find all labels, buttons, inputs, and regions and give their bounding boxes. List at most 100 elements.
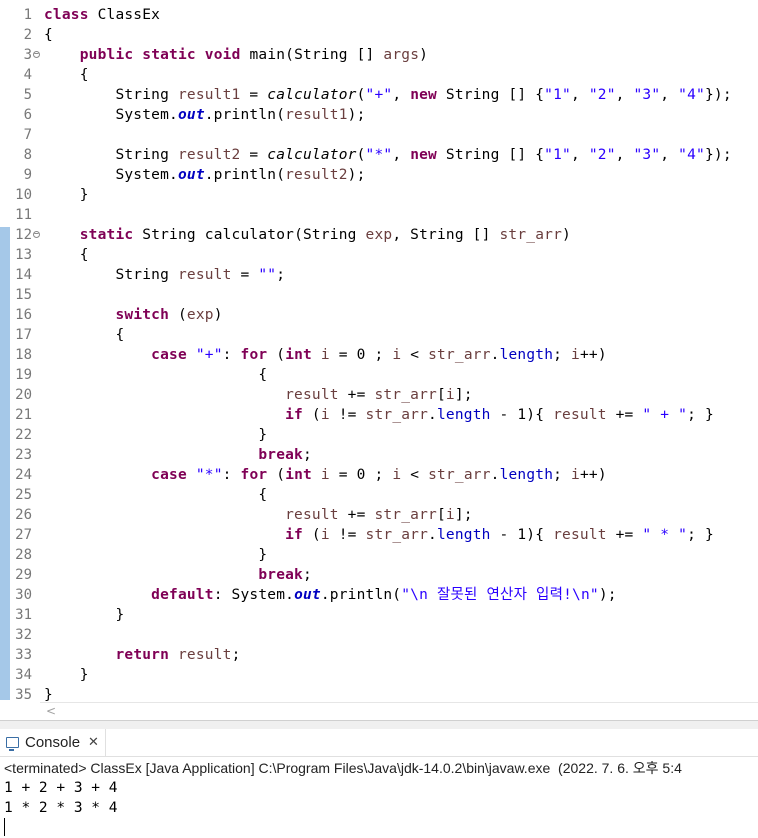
line-number: 11 (15, 207, 32, 223)
code-line[interactable]: 11 (0, 205, 758, 225)
console-tab-label: Console (25, 734, 81, 751)
line-number: 25 (15, 487, 32, 503)
line-number: 13 (15, 247, 32, 263)
line-number: 33 (15, 647, 32, 663)
code-editor[interactable]: 1class ClassEx2{3 public static void mai… (0, 0, 758, 703)
line-number: 16 (15, 307, 32, 323)
code-line[interactable]: 29 break; (0, 565, 758, 585)
code-line[interactable]: 32 (0, 625, 758, 645)
code-text: static String calculator(String exp, Str… (79, 227, 571, 243)
line-number: 22 (15, 427, 32, 443)
line-number: 3 (23, 47, 32, 63)
code-text: if (i != str_arr.length - 1){ result += … (285, 407, 714, 423)
line-number: 32 (15, 627, 32, 643)
code-text: { (44, 367, 268, 383)
code-text: class ClassEx (44, 7, 161, 23)
code-line[interactable]: 9 System.out.println(result2); (0, 165, 758, 185)
code-text: case "*": for (int i = 0 ; i < str_arr.l… (151, 467, 607, 483)
code-line[interactable]: 3 public static void main(String [] args… (0, 45, 758, 65)
horizontal-scrollbar[interactable]: < (40, 702, 758, 719)
fold-toggle-icon[interactable] (33, 231, 40, 238)
line-number: 23 (15, 447, 32, 463)
code-line[interactable]: 27 if (i != str_arr.length - 1){ result … (0, 525, 758, 545)
code-line[interactable]: 5 String result1 = calculator("+", new S… (0, 85, 758, 105)
line-number: 19 (15, 367, 32, 383)
code-line[interactable]: 8 String result2 = calculator("*", new S… (0, 145, 758, 165)
code-line[interactable]: 14 String result = ""; (0, 265, 758, 285)
line-number: 7 (23, 127, 32, 143)
code-text: case "+": for (int i = 0 ; i < str_arr.l… (151, 347, 607, 363)
code-line[interactable]: 19 { (0, 365, 758, 385)
tab-console[interactable]: Console ✕ (0, 729, 106, 756)
code-line[interactable]: 26 result += str_arr[i]; (0, 505, 758, 525)
console-status-line: <terminated> ClassEx [Java Application] … (4, 760, 682, 776)
line-number: 34 (15, 667, 32, 683)
code-line[interactable]: 12 static String calculator(String exp, … (0, 225, 758, 245)
line-number: 9 (23, 167, 32, 183)
code-line[interactable]: 28 } (0, 545, 758, 565)
line-number: 14 (15, 267, 32, 283)
code-line[interactable]: 23 break; (0, 445, 758, 465)
code-text: break; (258, 567, 312, 583)
code-text: return result; (115, 647, 241, 663)
code-line[interactable]: 1 class ClassEx (0, 5, 758, 25)
code-text: break; (258, 447, 312, 463)
code-text: { (44, 27, 53, 43)
code-line[interactable]: 16 switch (exp) (0, 305, 758, 325)
panel-divider[interactable] (0, 720, 758, 729)
code-line[interactable]: 33 return result; (0, 645, 758, 665)
line-number: 15 (15, 287, 32, 303)
line-number: 20 (15, 387, 32, 403)
console-output-line: 1 + 2 + 3 + 4 (4, 780, 118, 796)
code-line[interactable]: 15 (0, 285, 758, 305)
code-line[interactable]: 34 } (0, 665, 758, 685)
code-line[interactable]: 2{ (0, 25, 758, 45)
code-text: { (44, 67, 89, 83)
code-text: { (44, 247, 89, 263)
code-line[interactable]: 10 } (0, 185, 758, 205)
code-line[interactable]: 18 case "+": for (int i = 0 ; i < str_ar… (0, 345, 758, 365)
line-number: 30 (15, 587, 32, 603)
code-line[interactable]: 30 default: System.out.println("\n 잘못된 연… (0, 585, 758, 605)
line-number: 35 (15, 687, 32, 703)
code-text: { (44, 327, 125, 343)
code-line[interactable]: 22 } (0, 425, 758, 445)
code-line[interactable]: 13 { (0, 245, 758, 265)
line-number: 6 (23, 107, 32, 123)
console-tabbar: Console ✕ (0, 729, 758, 757)
code-line[interactable]: 31 } (0, 605, 758, 625)
line-number: 21 (15, 407, 32, 423)
code-line[interactable]: 20 result += str_arr[i]; (0, 385, 758, 405)
code-line[interactable]: 6 System.out.println(result1); (0, 105, 758, 125)
code-text: System.out.println(result1); (44, 107, 366, 123)
code-text: result += str_arr[i]; (285, 507, 473, 523)
fold-toggle-icon[interactable] (33, 51, 40, 58)
code-text: switch (exp) (115, 307, 223, 323)
code-line[interactable]: 7 (0, 125, 758, 145)
code-line[interactable]: 25 { (0, 485, 758, 505)
code-text: public static void main(String [] args) (79, 47, 429, 63)
close-icon[interactable]: ✕ (88, 735, 99, 750)
code-line[interactable]: 17 { (0, 325, 758, 345)
code-text: String result1 = calculator("+", new Str… (44, 87, 732, 103)
code-text: String result2 = calculator("*", new Str… (44, 147, 732, 163)
code-text: System.out.println(result2); (44, 167, 366, 183)
line-number: 18 (15, 347, 32, 363)
code-text: } (44, 607, 125, 623)
line-number: 1 (23, 7, 32, 23)
line-number: 29 (15, 567, 32, 583)
code-text: String result = ""; (44, 267, 286, 283)
code-text: result += str_arr[i]; (285, 387, 473, 403)
code-line[interactable]: 24 case "*": for (int i = 0 ; i < str_ar… (0, 465, 758, 485)
line-number: 31 (15, 607, 32, 623)
line-number: 4 (23, 67, 32, 83)
code-line[interactable]: 21 if (i != str_arr.length - 1){ result … (0, 405, 758, 425)
text-cursor (4, 818, 5, 836)
code-line[interactable]: 4 { (0, 65, 758, 85)
line-number: 12 (15, 227, 32, 243)
code-text: if (i != str_arr.length - 1){ result += … (285, 527, 714, 543)
console-icon (6, 737, 19, 751)
code-text: } (44, 187, 89, 203)
scroll-left-icon[interactable]: < (46, 704, 56, 718)
line-number: 17 (15, 327, 32, 343)
